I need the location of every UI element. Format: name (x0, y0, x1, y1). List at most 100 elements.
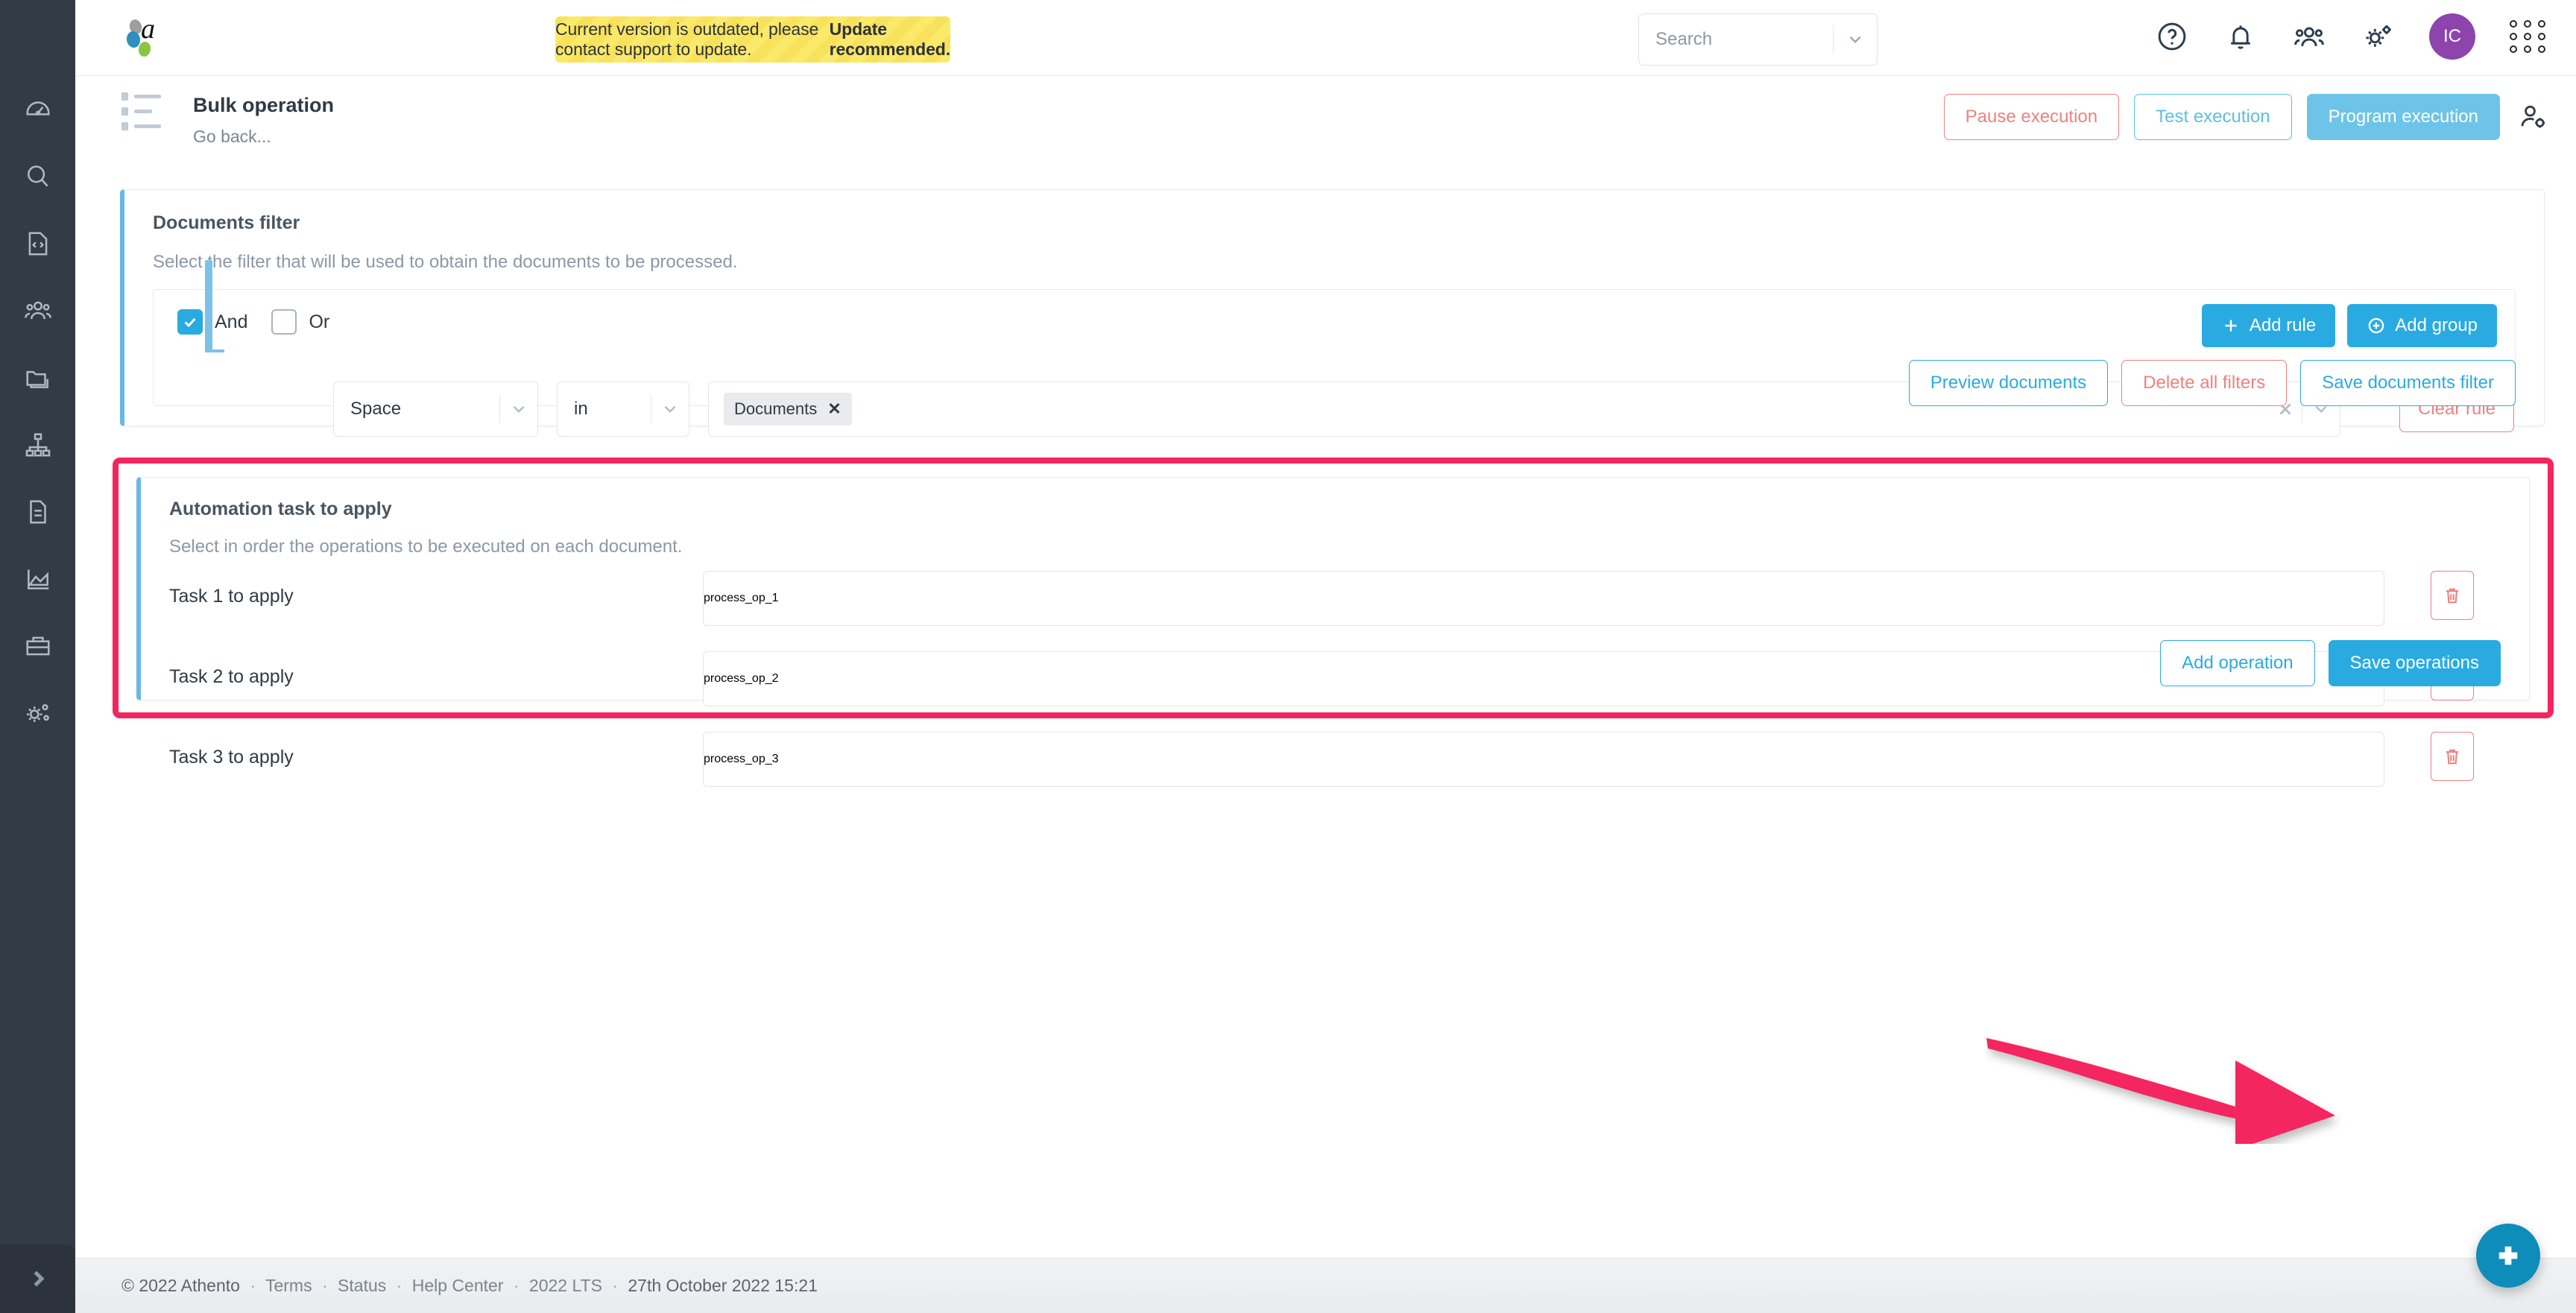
chevron-down-icon[interactable] (651, 399, 689, 419)
breadcrumb-line (121, 92, 165, 101)
task-select-1[interactable]: process_op_1 (703, 571, 2384, 626)
sidebar-expand-button[interactable] (0, 1244, 75, 1313)
search-placeholder: Search (1655, 29, 1713, 49)
folder-icon (25, 370, 48, 388)
athento-logo[interactable]: a (119, 13, 166, 62)
rule-tree-branch (205, 349, 224, 352)
sidebar-item-settings[interactable] (0, 680, 75, 747)
chevron-down-icon[interactable] (500, 399, 537, 419)
footer-link-lts[interactable]: 2022 LTS (529, 1276, 602, 1295)
add-group-button[interactable]: Add group (2347, 304, 2497, 347)
svg-text:a: a (141, 14, 155, 45)
apps-dot (2538, 45, 2545, 53)
go-back-link[interactable]: Go back... (193, 127, 271, 147)
sidebar-item-reports[interactable] (0, 545, 75, 613)
automation-task-title: Automation task to apply (169, 499, 392, 519)
rule-value-chip-1: Documents ✕ (724, 393, 852, 425)
people-icon[interactable] (2292, 19, 2326, 54)
avatar[interactable]: IC (2429, 13, 2475, 60)
logic-operator-group: And Or (177, 309, 341, 335)
task-label-1: Task 1 to apply (169, 586, 294, 607)
plus-circle-icon (2368, 317, 2384, 334)
sidebar-top-spacer (0, 0, 75, 76)
sidebar-item-search[interactable] (0, 143, 75, 210)
and-label: And (215, 311, 248, 332)
or-label: Or (309, 311, 330, 332)
top-bar: a Current version is outdated, please co… (28, 0, 2576, 76)
footer-copyright: © 2022 Athento (121, 1276, 240, 1295)
pause-execution-button[interactable]: Pause execution (1943, 94, 2120, 140)
sitemap-icon (25, 433, 50, 457)
delete-all-filters-button[interactable]: Delete all filters (2121, 360, 2288, 406)
task-select-2[interactable]: process_op_2 (703, 651, 2384, 706)
automation-task-description: Select in order the operations to be exe… (169, 537, 683, 557)
rule-field-select-1[interactable]: Space (333, 382, 538, 437)
task-row: Task 2 to apply process_op_2 (169, 642, 2501, 723)
footer-timestamp: 27th October 2022 15:21 (628, 1276, 818, 1295)
automation-task-card: Automation task to apply Select in order… (136, 477, 2530, 787)
app-root: a Current version is outdated, please co… (0, 0, 2576, 1313)
user-settings-icon[interactable] (2515, 99, 2551, 135)
footer-separator: · (513, 1276, 520, 1295)
athento-logo-icon: a (126, 13, 155, 57)
documents-filter-description: Select the filter that will be used to o… (153, 252, 738, 272)
help-icon[interactable] (2155, 19, 2189, 54)
apps-grid-icon[interactable] (2510, 20, 2547, 53)
test-execution-button[interactable]: Test execution (2134, 94, 2292, 140)
footer-link-help-center[interactable]: Help Center (412, 1276, 504, 1295)
bell-icon (2231, 25, 2250, 49)
search-dropdown-button[interactable] (1834, 30, 1877, 49)
search-input[interactable]: Search (1638, 13, 1878, 66)
apps-dot (2510, 20, 2517, 28)
sidebar-item-code-document[interactable] (0, 210, 75, 277)
alert-bold-text[interactable]: Update recommended. (830, 19, 951, 60)
task-value-3: process_op_3 (704, 753, 779, 765)
task-select-3[interactable]: process_op_3 (703, 732, 2384, 787)
footer-link-terms[interactable]: Terms (265, 1276, 312, 1295)
program-execution-button[interactable]: Program execution (2306, 94, 2500, 140)
add-fab-button[interactable] (2476, 1224, 2540, 1288)
rule-value-chip-label-1: Documents (734, 399, 818, 418)
add-rule-button[interactable]: Add rule (2201, 304, 2336, 347)
apps-dot (2524, 33, 2531, 40)
footer-link-status[interactable]: Status (338, 1276, 386, 1295)
group-people-icon (2294, 27, 2324, 46)
notifications-icon[interactable] (2223, 19, 2258, 54)
chip-remove-icon[interactable]: ✕ (827, 399, 841, 419)
footer-separator: · (321, 1276, 328, 1295)
preview-documents-button[interactable]: Preview documents (1908, 360, 2109, 406)
apps-dot (2538, 20, 2545, 28)
gears-icon (26, 703, 49, 722)
save-operations-button[interactable]: Save operations (2328, 640, 2501, 686)
chart-icon (27, 569, 48, 589)
apps-dot (2510, 33, 2517, 40)
document-icon (29, 500, 46, 524)
or-checkbox[interactable] (271, 309, 297, 335)
trash-icon (2446, 749, 2459, 765)
delete-task-button-3[interactable] (2431, 732, 2474, 781)
task-label-3: Task 3 to apply (169, 747, 294, 768)
rule-operator-select-1[interactable]: in (557, 382, 689, 437)
sidebar-item-documents[interactable] (0, 478, 75, 545)
chevron-down-icon (1849, 36, 1861, 43)
add-rule-label: Add rule (2249, 315, 2317, 335)
automation-card-body: Automation task to apply Select in order… (141, 478, 2529, 787)
header-actions: Pause execution Test execution Program e… (1943, 94, 2551, 140)
sidebar-item-toolbox[interactable] (0, 613, 75, 680)
sidebar-item-workflow[interactable] (0, 411, 75, 478)
add-operation-button[interactable]: Add operation (2160, 640, 2315, 686)
apps-dot (2510, 45, 2517, 53)
settings-gears-icon (2366, 25, 2391, 47)
plus-icon (2225, 320, 2237, 332)
sidebar-item-folders[interactable] (0, 344, 75, 411)
top-bar-icons: IC (2155, 13, 2547, 60)
main-content: Documents filter Select the filter that … (75, 151, 2576, 1258)
gear-icon[interactable] (2361, 19, 2395, 54)
sidebar-item-users[interactable] (0, 277, 75, 344)
automation-highlight-box: Automation task to apply Select in order… (113, 458, 2554, 787)
delete-task-button-1[interactable] (2431, 571, 2474, 620)
rule-operator-value-1: in (574, 399, 588, 419)
and-checkbox[interactable] (177, 309, 203, 335)
sidebar-item-dashboard[interactable] (0, 76, 75, 143)
save-documents-filter-button[interactable]: Save documents filter (2300, 360, 2516, 406)
